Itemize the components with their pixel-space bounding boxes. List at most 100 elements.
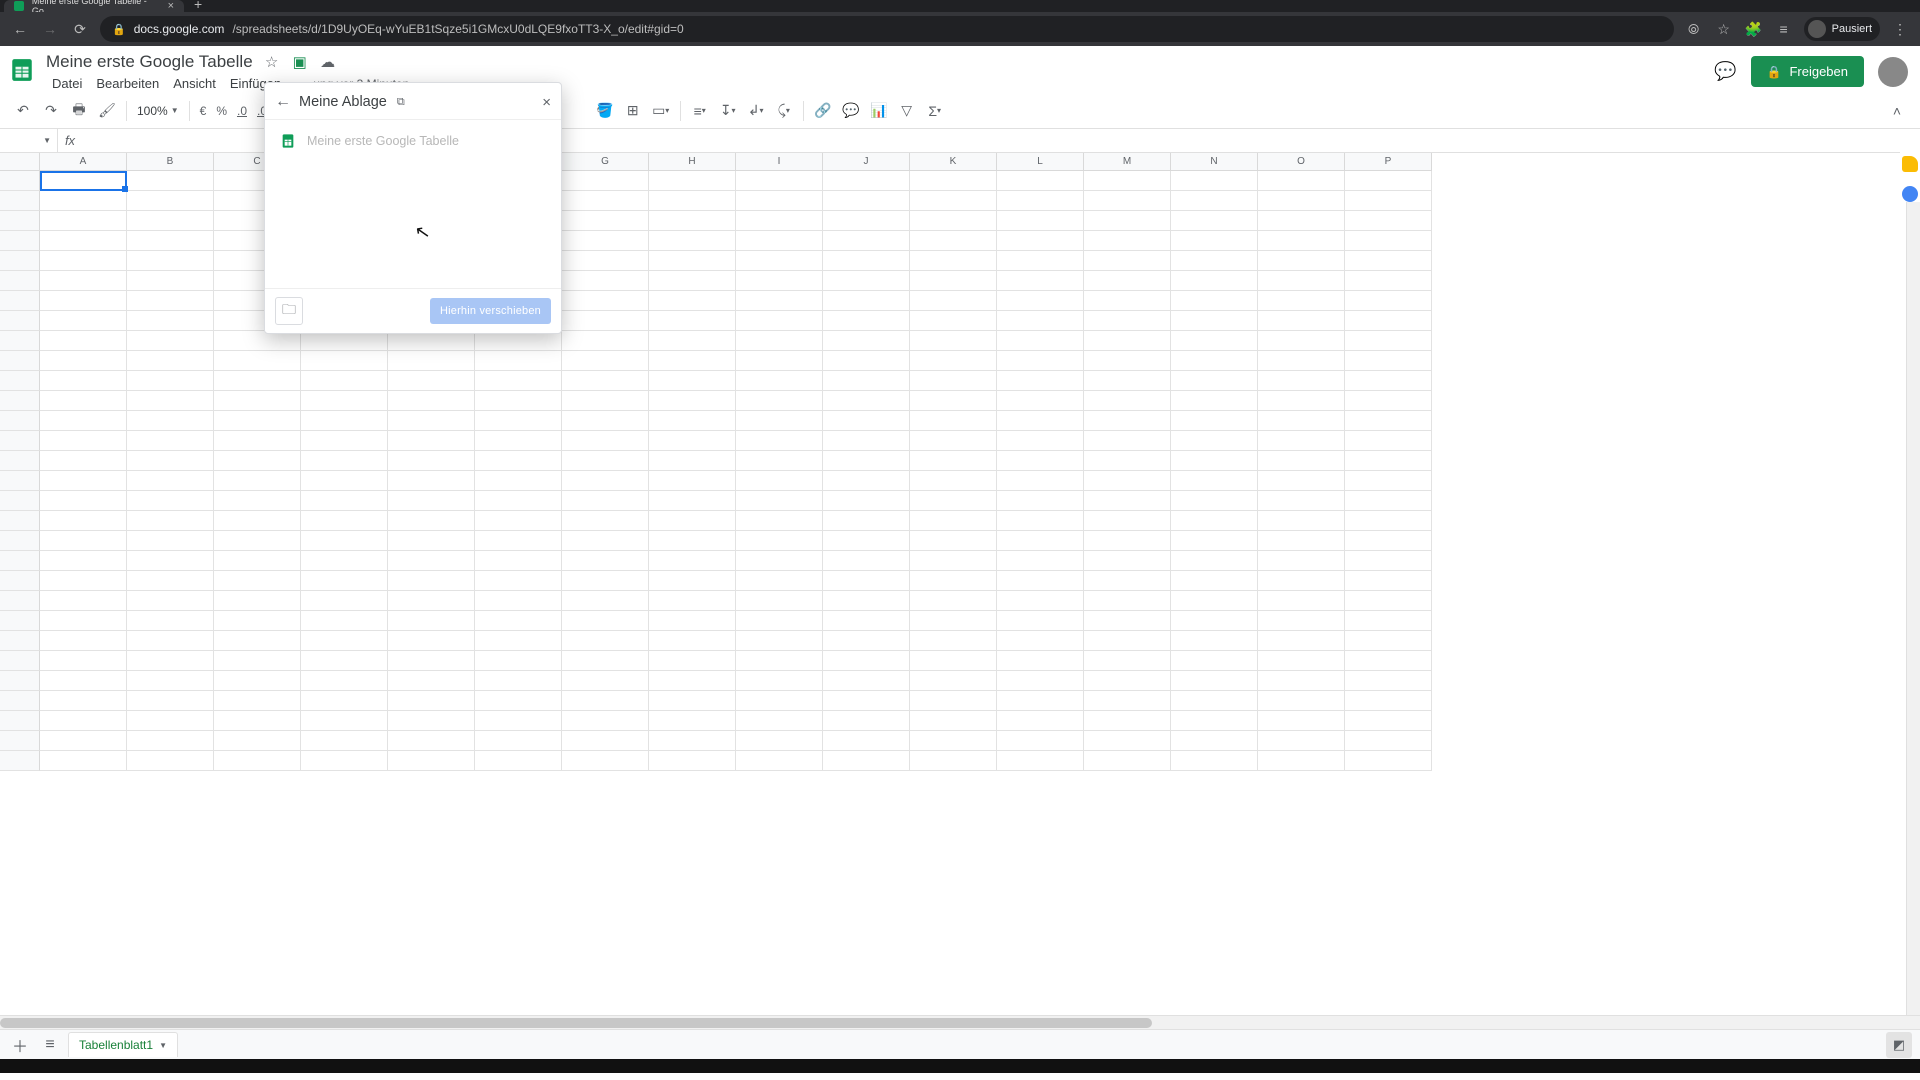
cell[interactable] bbox=[127, 211, 214, 231]
cell[interactable] bbox=[127, 251, 214, 271]
cell[interactable] bbox=[214, 351, 301, 371]
cell[interactable] bbox=[40, 211, 127, 231]
bookmark-star-icon[interactable]: ☆ bbox=[1714, 21, 1734, 38]
cell[interactable] bbox=[997, 591, 1084, 611]
cell[interactable] bbox=[562, 691, 649, 711]
cell[interactable] bbox=[736, 231, 823, 251]
cell[interactable] bbox=[1171, 271, 1258, 291]
cell[interactable] bbox=[823, 451, 910, 471]
cell[interactable] bbox=[562, 291, 649, 311]
cell[interactable] bbox=[214, 431, 301, 451]
row-header[interactable] bbox=[0, 171, 40, 191]
collapse-toolbar-button[interactable]: ˄ bbox=[1884, 98, 1910, 124]
cell[interactable] bbox=[127, 631, 214, 651]
cell[interactable] bbox=[1171, 251, 1258, 271]
cell[interactable] bbox=[1345, 691, 1432, 711]
cell[interactable] bbox=[475, 471, 562, 491]
cell[interactable] bbox=[301, 711, 388, 731]
row-header[interactable] bbox=[0, 231, 40, 251]
cell[interactable] bbox=[1345, 231, 1432, 251]
cell[interactable] bbox=[823, 631, 910, 651]
cell[interactable] bbox=[562, 371, 649, 391]
cell[interactable] bbox=[1084, 491, 1171, 511]
cloud-status-icon[interactable]: ☁ bbox=[319, 53, 337, 71]
cell[interactable] bbox=[475, 351, 562, 371]
cell[interactable] bbox=[1258, 351, 1345, 371]
cell[interactable] bbox=[1171, 171, 1258, 191]
cell[interactable] bbox=[214, 731, 301, 751]
move-here-button[interactable]: Hierhin verschieben bbox=[430, 298, 551, 324]
cell[interactable] bbox=[649, 711, 736, 731]
cell[interactable] bbox=[301, 531, 388, 551]
cell[interactable] bbox=[301, 751, 388, 771]
cell[interactable] bbox=[562, 491, 649, 511]
cell[interactable] bbox=[301, 411, 388, 431]
cell[interactable] bbox=[910, 291, 997, 311]
row-header[interactable] bbox=[0, 451, 40, 471]
cell[interactable] bbox=[40, 611, 127, 631]
cell[interactable] bbox=[1258, 371, 1345, 391]
cell[interactable] bbox=[301, 491, 388, 511]
cell[interactable] bbox=[475, 651, 562, 671]
row-header[interactable] bbox=[0, 211, 40, 231]
row-header[interactable] bbox=[0, 431, 40, 451]
cell[interactable] bbox=[736, 651, 823, 671]
cell[interactable] bbox=[1171, 591, 1258, 611]
cell[interactable] bbox=[649, 531, 736, 551]
col-header[interactable]: B bbox=[127, 153, 214, 171]
cell[interactable] bbox=[997, 511, 1084, 531]
cell[interactable] bbox=[1345, 671, 1432, 691]
cell[interactable] bbox=[649, 651, 736, 671]
cell[interactable] bbox=[649, 471, 736, 491]
cell[interactable] bbox=[736, 351, 823, 371]
cell[interactable] bbox=[1171, 651, 1258, 671]
cell[interactable] bbox=[40, 711, 127, 731]
cell[interactable] bbox=[1084, 591, 1171, 611]
cell[interactable] bbox=[997, 371, 1084, 391]
cell[interactable] bbox=[823, 671, 910, 691]
cell[interactable] bbox=[562, 611, 649, 631]
cell[interactable] bbox=[736, 211, 823, 231]
cell[interactable] bbox=[736, 411, 823, 431]
cell[interactable] bbox=[1258, 431, 1345, 451]
cell[interactable] bbox=[562, 331, 649, 351]
cell[interactable] bbox=[40, 551, 127, 571]
cell[interactable] bbox=[1345, 591, 1432, 611]
row-header[interactable] bbox=[0, 611, 40, 631]
cell[interactable] bbox=[823, 371, 910, 391]
cell[interactable] bbox=[649, 591, 736, 611]
row-header[interactable] bbox=[0, 191, 40, 211]
col-header[interactable]: O bbox=[1258, 153, 1345, 171]
cell[interactable] bbox=[562, 531, 649, 551]
vertical-align-button[interactable]: ↧▾ bbox=[715, 98, 741, 124]
cell[interactable] bbox=[1258, 291, 1345, 311]
cell[interactable] bbox=[1171, 551, 1258, 571]
cell[interactable] bbox=[1084, 531, 1171, 551]
cell[interactable] bbox=[1084, 411, 1171, 431]
cell[interactable] bbox=[1084, 551, 1171, 571]
cell[interactable] bbox=[910, 171, 997, 191]
address-bar[interactable]: 🔒 docs.google.com /spreadsheets/d/1D9UyO… bbox=[100, 16, 1674, 42]
cell[interactable] bbox=[736, 611, 823, 631]
cell[interactable] bbox=[562, 731, 649, 751]
cell[interactable] bbox=[1345, 251, 1432, 271]
cell[interactable] bbox=[40, 311, 127, 331]
cell[interactable] bbox=[1345, 471, 1432, 491]
cell[interactable] bbox=[475, 571, 562, 591]
cell[interactable] bbox=[997, 611, 1084, 631]
cell[interactable] bbox=[1084, 671, 1171, 691]
cell[interactable] bbox=[649, 171, 736, 191]
cell[interactable] bbox=[475, 731, 562, 751]
cell[interactable] bbox=[997, 571, 1084, 591]
col-header[interactable]: L bbox=[997, 153, 1084, 171]
col-header[interactable]: K bbox=[910, 153, 997, 171]
cell[interactable] bbox=[736, 291, 823, 311]
row-header[interactable] bbox=[0, 651, 40, 671]
cell[interactable] bbox=[649, 251, 736, 271]
cell[interactable] bbox=[301, 451, 388, 471]
cell[interactable] bbox=[40, 271, 127, 291]
cell[interactable] bbox=[301, 471, 388, 491]
horizontal-scrollbar[interactable] bbox=[0, 1015, 1920, 1029]
cell[interactable] bbox=[388, 491, 475, 511]
redo-button[interactable]: ↷ bbox=[38, 98, 64, 124]
